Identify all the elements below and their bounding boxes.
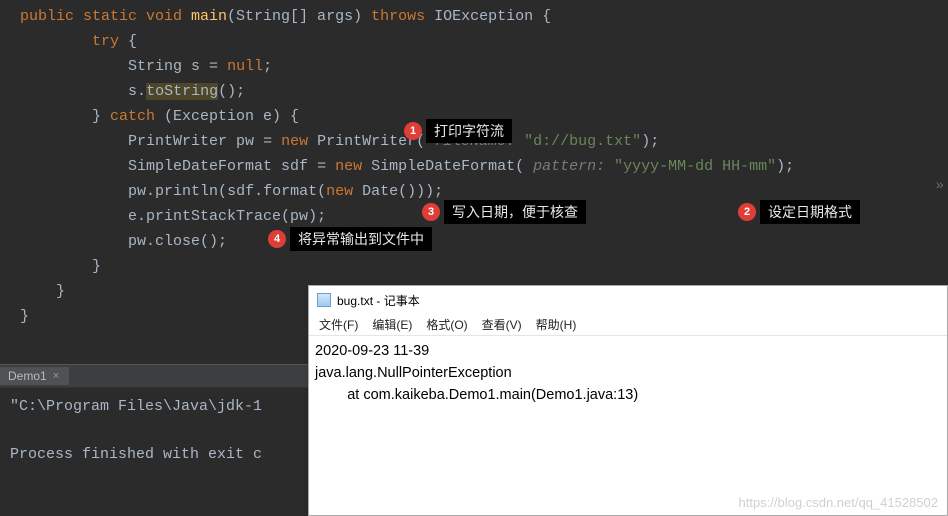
chevron-icon: »: [936, 178, 944, 194]
notepad-title: bug.txt - 记事本: [337, 292, 420, 309]
badge-icon: 1: [404, 122, 422, 140]
notepad-window[interactable]: bug.txt - 记事本 文件(F) 编辑(E) 格式(O) 查看(V) 帮助…: [308, 285, 948, 516]
watermark: https://blog.csdn.net/qq_41528502: [739, 495, 939, 510]
notepad-body[interactable]: 2020-09-23 11-39 java.lang.NullPointerEx…: [309, 336, 947, 410]
notepad-file-icon: [317, 293, 331, 307]
menu-edit[interactable]: 编辑(E): [372, 316, 412, 333]
annotation-4: 4将异常输出到文件中: [268, 227, 432, 251]
code-line: pw.close();: [0, 229, 948, 254]
badge-icon: 4: [268, 230, 286, 248]
annotation-3: 3写入日期，便于核查: [422, 200, 586, 224]
annotation-1: 1打印字符流: [404, 119, 512, 143]
menu-view[interactable]: 查看(V): [482, 316, 522, 333]
notepad-menu: 文件(F) 编辑(E) 格式(O) 查看(V) 帮助(H): [309, 314, 947, 336]
code-line: s.toString();: [0, 79, 948, 104]
code-line: try {: [0, 29, 948, 54]
code-line: String s = null;: [0, 54, 948, 79]
close-icon[interactable]: ×: [53, 370, 59, 382]
code-line: }: [0, 254, 948, 279]
code-line: SimpleDateFormat sdf = new SimpleDateFor…: [0, 154, 948, 179]
menu-help[interactable]: 帮助(H): [536, 316, 577, 333]
badge-icon: 3: [422, 203, 440, 221]
annotation-2: 2设定日期格式: [738, 200, 860, 224]
notepad-titlebar[interactable]: bug.txt - 记事本: [309, 286, 947, 314]
code-line: public static void main(String[] args) t…: [0, 4, 948, 29]
tab-demo1[interactable]: Demo1×: [0, 367, 69, 385]
code-editor[interactable]: public static void main(String[] args) t…: [0, 0, 948, 329]
menu-file[interactable]: 文件(F): [319, 316, 358, 333]
menu-format[interactable]: 格式(O): [426, 316, 467, 333]
badge-icon: 2: [738, 203, 756, 221]
